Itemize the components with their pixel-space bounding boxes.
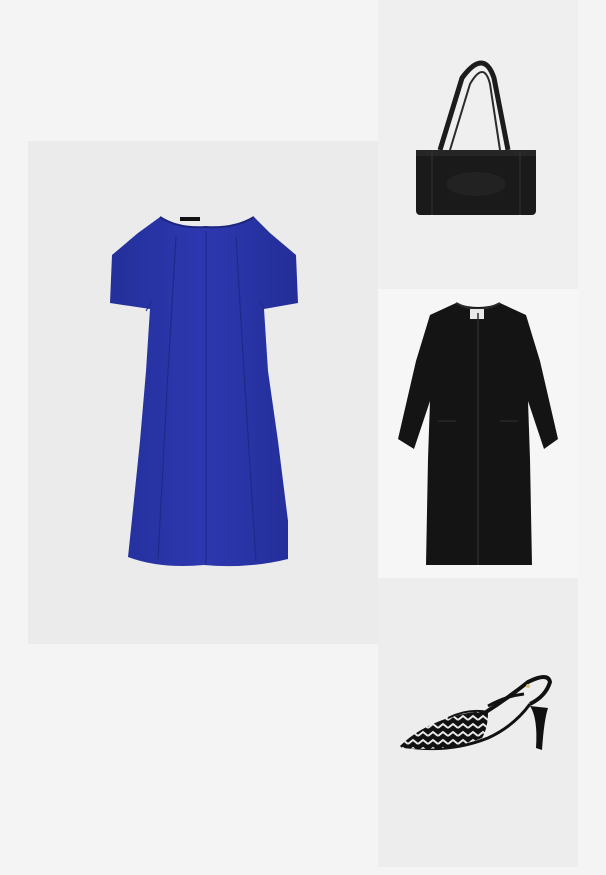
coat-image-panel — [378, 289, 578, 578]
black-bag-image — [416, 60, 536, 215]
bag-image-panel — [378, 0, 578, 289]
black-coat-image — [398, 302, 558, 565]
blue-dress-image — [110, 216, 298, 567]
slingback-shoe-image — [400, 675, 553, 751]
shoe-image-panel — [378, 578, 578, 867]
dress-image-panel — [28, 141, 378, 644]
